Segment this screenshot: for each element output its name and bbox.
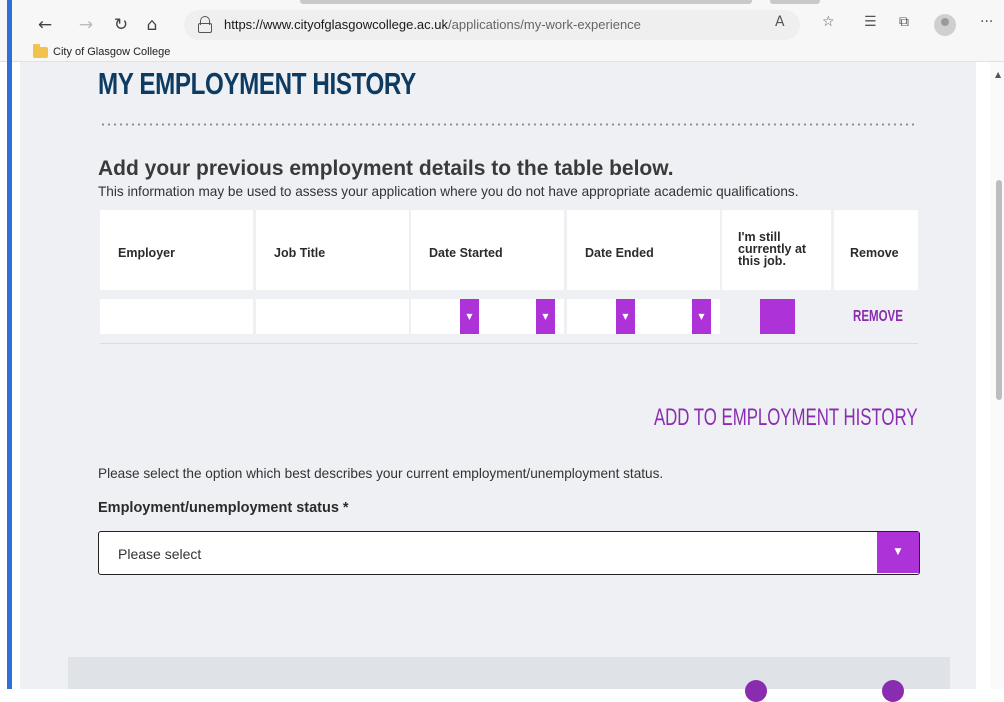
job-title-input[interactable] [256, 299, 409, 334]
employment-status-select[interactable]: Please select ▼ [98, 531, 920, 575]
header-employer: Employer [100, 210, 253, 290]
date-started-year-dropdown[interactable]: ▼ [536, 299, 555, 334]
dotted-divider [100, 123, 918, 126]
forward-icon[interactable]: → [75, 14, 97, 36]
tab[interactable] [300, 0, 752, 4]
home-icon[interactable]: ⌂ [141, 14, 163, 36]
folder-icon[interactable] [33, 44, 48, 58]
status-field-label: Employment/unemployment status * [98, 500, 349, 516]
remove-link[interactable]: REMOVE [853, 308, 903, 326]
favorites-list-icon[interactable]: ☰ [864, 14, 877, 30]
address-bar[interactable]: https://www.cityofglasgowcollege.ac.uk/a… [184, 10, 800, 40]
date-started-month-dropdown[interactable]: ▼ [460, 299, 479, 334]
lock-icon[interactable] [198, 16, 212, 33]
back-icon[interactable]: ← [34, 14, 56, 36]
collections-icon[interactable]: ⧉ [899, 14, 909, 30]
scrollbar-thumb[interactable] [996, 180, 1002, 400]
section-description: This information may be used to assess y… [98, 184, 799, 199]
scroll-up-icon[interactable]: ▲ [995, 70, 1001, 79]
date-ended-month-dropdown[interactable]: ▼ [616, 299, 635, 334]
profile-avatar[interactable] [934, 14, 956, 36]
add-to-employment-history-link[interactable]: ADD TO EMPLOYMENT HISTORY [654, 404, 918, 432]
date-ended-year-dropdown[interactable]: ▼ [692, 299, 711, 334]
submit-button[interactable] [812, 680, 932, 702]
header-remove: Remove [834, 210, 918, 290]
page-title: MY EMPLOYMENT HISTORY [98, 66, 416, 101]
header-date-started: Date Started [411, 210, 564, 290]
chevron-down-icon[interactable]: ▼ [877, 532, 919, 573]
tab[interactable] [770, 0, 820, 4]
tab-strip [300, 0, 820, 6]
still-at-job-checkbox[interactable] [760, 299, 795, 334]
url-text[interactable]: https://www.cityofglasgowcollege.ac.uk/a… [224, 17, 641, 32]
save-draft-button[interactable] [650, 680, 770, 702]
favorite-star-icon[interactable]: ☆ [822, 14, 835, 30]
status-help-text: Please select the option which best desc… [98, 466, 664, 481]
more-menu-icon[interactable]: ··· [980, 14, 993, 30]
header-job-title: Job Title [256, 210, 409, 290]
employer-input[interactable] [100, 299, 253, 334]
section-heading: Add your previous employment details to … [98, 157, 674, 180]
read-aloud-icon[interactable]: A [775, 14, 785, 30]
row-divider [100, 343, 918, 344]
browser-toolbar: ← → ↻ ⌂ https://www.cityofglasgowcollege… [0, 0, 1004, 62]
header-date-ended: Date Ended [567, 210, 720, 290]
header-still-at-job: I'm still currently at this job. [722, 210, 831, 290]
bookmark-item[interactable]: City of Glasgow College [53, 46, 170, 58]
select-value: Please select [118, 546, 202, 562]
refresh-icon[interactable]: ↻ [110, 14, 132, 36]
